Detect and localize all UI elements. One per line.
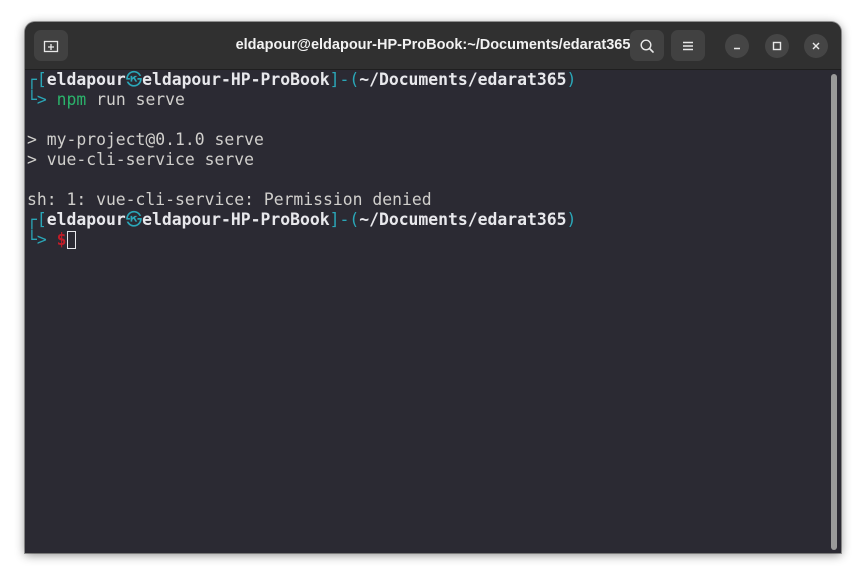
minimize-button[interactable] (725, 34, 749, 58)
title-bar[interactable]: eldapour@eldapour-HP-ProBook:~/Documents… (25, 22, 841, 70)
window-title: eldapour@eldapour-HP-ProBook:~/Documents… (235, 37, 631, 53)
input-line[interactable]: └> $ (27, 230, 76, 250)
search-icon (640, 38, 654, 53)
search-button[interactable] (630, 30, 664, 61)
hamburger-menu-icon (683, 41, 693, 50)
close-icon (812, 42, 820, 50)
prompt-line: ┌[eldapour㉿eldapour-HP-ProBook]-(~/Docum… (27, 70, 577, 89)
terminal-output-area[interactable]: ┌[eldapour㉿eldapour-HP-ProBook]-(~/Docum… (25, 70, 829, 553)
output-line: > my-project@0.1.0 serve (27, 130, 264, 149)
output-line: > vue-cli-service serve (27, 150, 254, 169)
maximize-button[interactable] (765, 34, 789, 58)
prompt-line: ┌[eldapour㉿eldapour-HP-ProBook]-(~/Docum… (27, 210, 577, 229)
new-tab-button[interactable] (34, 30, 68, 61)
maximize-icon (772, 41, 782, 51)
error-line: sh: 1: vue-cli-service: Permission denie… (27, 190, 432, 209)
text-cursor (66, 231, 76, 249)
command-line: └> npm run serve (27, 90, 185, 109)
scrollbar[interactable] (831, 74, 837, 550)
new-tab-icon (43, 40, 59, 52)
menu-button[interactable] (671, 30, 705, 61)
terminal-window: eldapour@eldapour-HP-ProBook:~/Documents… (25, 22, 841, 553)
minimize-icon (734, 47, 740, 50)
close-button[interactable] (804, 34, 828, 58)
